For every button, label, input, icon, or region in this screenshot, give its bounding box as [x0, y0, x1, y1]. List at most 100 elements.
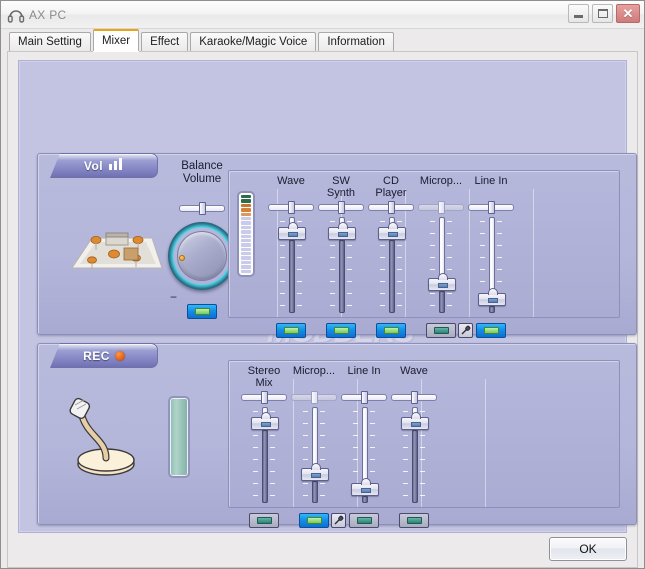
minimize-button[interactable]: [568, 4, 589, 23]
vu-segment: [241, 260, 251, 265]
fader-tick: [447, 245, 452, 246]
channel-mute-button-4[interactable]: [399, 513, 429, 528]
balance-thumb[interactable]: [261, 391, 268, 404]
fader-tick: [480, 257, 485, 258]
maximize-button[interactable]: [592, 4, 613, 23]
desk-microphone-icon: [68, 396, 146, 478]
channel-fader-4[interactable]: [399, 407, 429, 503]
channel-balance-slider-2[interactable]: [318, 201, 364, 214]
fader-thumb[interactable]: [301, 463, 329, 481]
tab-content-mixer: MODDERS .com Vol: [7, 51, 638, 568]
fader-tick: [253, 471, 258, 472]
playback-panel-tab[interactable]: Vol: [50, 153, 158, 178]
microphone-icon-button-4[interactable]: [458, 323, 473, 338]
ok-button[interactable]: OK: [549, 537, 627, 561]
channel-mute-button-3[interactable]: [349, 513, 379, 528]
fader-thumb-cap: [361, 478, 371, 485]
fader-tick: [353, 447, 358, 448]
fader-tick: [353, 411, 358, 412]
fader-tick: [420, 411, 425, 412]
mute-led: [333, 327, 349, 334]
fader-tick: [303, 459, 308, 460]
fader-thumb[interactable]: [378, 222, 406, 240]
channel-balance-slider-3[interactable]: [341, 391, 387, 404]
fader-tick: [320, 435, 325, 436]
balance-thumb[interactable]: [438, 201, 445, 214]
fader-tick: [280, 221, 285, 222]
fader-tick: [380, 293, 385, 294]
channel-fader-1[interactable]: [276, 217, 306, 313]
channel-balance-slider-3[interactable]: [368, 201, 414, 214]
fader-thumb[interactable]: [401, 412, 429, 430]
microphone-icon-button-2[interactable]: [331, 513, 346, 528]
tab-effect[interactable]: Effect: [141, 32, 189, 51]
channel-mute-button-1[interactable]: [249, 513, 279, 528]
balance-thumb[interactable]: [311, 391, 318, 404]
tab-strip: Main Setting Mixer Effect Karaoke/Magic …: [1, 29, 644, 51]
fader-tick: [370, 435, 375, 436]
fader-tick: [447, 233, 452, 234]
tab-information[interactable]: Information: [318, 32, 394, 51]
fader-thumb[interactable]: [251, 412, 279, 430]
fader-thumb[interactable]: [328, 222, 356, 240]
close-button[interactable]: ✕: [616, 4, 640, 23]
tab-mixer[interactable]: Mixer: [92, 29, 140, 51]
minimize-icon: [574, 15, 583, 18]
balance-thumb[interactable]: [411, 391, 418, 404]
fader-tick: [497, 233, 502, 234]
fader-tick: [370, 411, 375, 412]
fader-tick: [270, 483, 275, 484]
fader-tick: [353, 471, 358, 472]
channel-balance-slider-2[interactable]: [291, 391, 337, 404]
channel-mute-button-3[interactable]: [376, 323, 406, 338]
fader-tick: [403, 411, 408, 412]
balance-thumb[interactable]: [488, 201, 495, 214]
channel-fader-1[interactable]: [249, 407, 279, 503]
vu-segment: [241, 269, 251, 274]
fader-thumb[interactable]: [428, 273, 456, 291]
channel-fader-3[interactable]: [349, 407, 379, 503]
fader-thumb[interactable]: [351, 478, 379, 496]
channel-mute-button-2[interactable]: [299, 513, 329, 528]
channel-balance-slider-1[interactable]: [268, 201, 314, 214]
channel-fader-3[interactable]: [376, 217, 406, 313]
tab-main-setting[interactable]: Main Setting: [9, 32, 91, 51]
channel-fader-5[interactable]: [476, 217, 506, 313]
channel-mute-button-1[interactable]: [276, 323, 306, 338]
fader-thumb[interactable]: [478, 288, 506, 306]
maximize-icon: [597, 9, 608, 18]
fader-tick: [297, 281, 302, 282]
vu-segment: [241, 195, 251, 199]
fader-tick: [280, 269, 285, 270]
fader-tick: [347, 305, 352, 306]
channel-fader-2[interactable]: [299, 407, 329, 503]
channel-balance-slider-4[interactable]: [418, 201, 464, 214]
record-panel-tab[interactable]: REC: [50, 343, 158, 368]
balance-thumb[interactable]: [199, 202, 206, 215]
balance-thumb[interactable]: [338, 201, 345, 214]
fader-tick: [353, 423, 358, 424]
channel-mute-button-2[interactable]: [326, 323, 356, 338]
knob-body[interactable]: [168, 222, 236, 290]
fader-tick: [480, 233, 485, 234]
fader-tick: [347, 221, 352, 222]
balance-thumb[interactable]: [288, 201, 295, 214]
tab-karaoke-magic-voice[interactable]: Karaoke/Magic Voice: [190, 32, 317, 51]
fader-thumb-cap: [411, 412, 421, 419]
fader-tick: [297, 245, 302, 246]
channel-mute-button-4[interactable]: [426, 323, 456, 338]
fader-thumb[interactable]: [278, 222, 306, 240]
channel-fader-4[interactable]: [426, 217, 456, 313]
balance-thumb[interactable]: [388, 201, 395, 214]
app-window: AX PC ✕ Main Setting Mixer Effect Karaok…: [0, 0, 645, 569]
channel-fader-2[interactable]: [326, 217, 356, 313]
channel-balance-slider-4[interactable]: [391, 391, 437, 404]
channel-balance-slider-1[interactable]: [241, 391, 287, 404]
channel-balance-slider-5[interactable]: [468, 201, 514, 214]
channel-mute-button-5[interactable]: [476, 323, 506, 338]
master-balance-slider[interactable]: [179, 202, 225, 215]
master-mute-button[interactable]: [187, 304, 217, 319]
fader-tick: [297, 257, 302, 258]
fader-tick: [320, 447, 325, 448]
balance-thumb[interactable]: [361, 391, 368, 404]
